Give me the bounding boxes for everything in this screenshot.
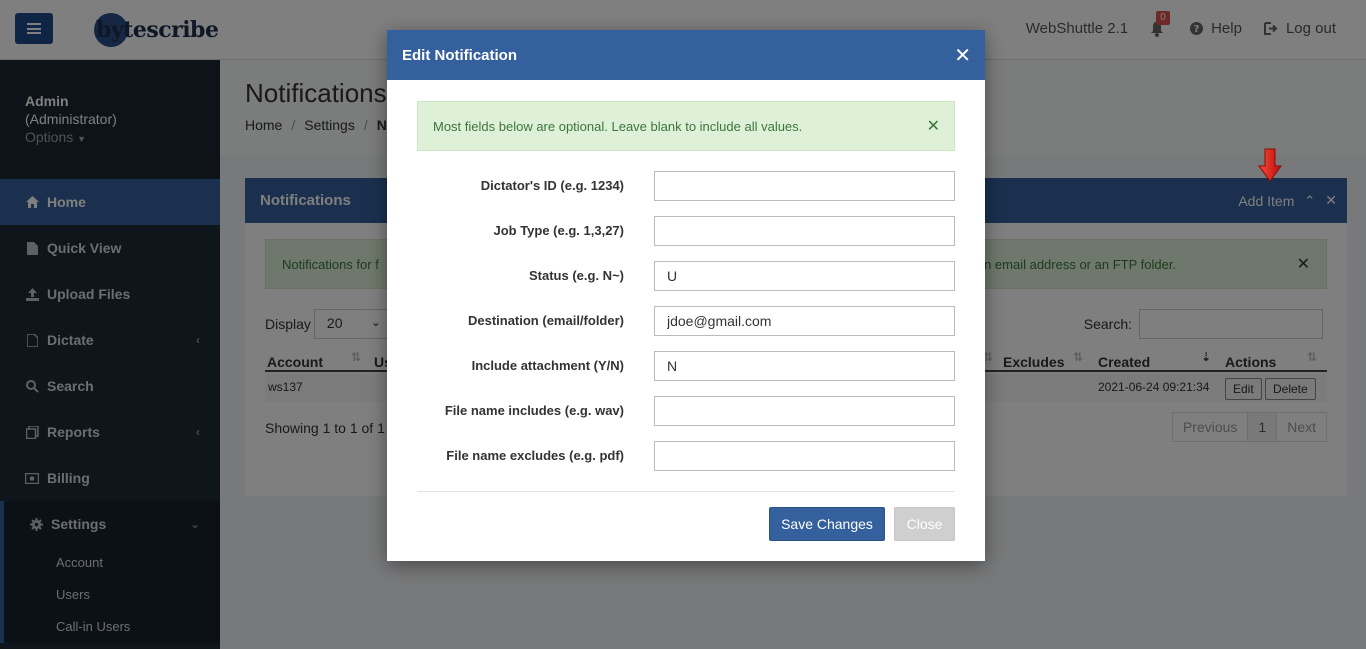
arrow-down-icon (1258, 148, 1282, 182)
modal-info-alert: Most fields below are optional. Leave bl… (417, 101, 955, 151)
form-row-status: Status (e.g. N~) (417, 261, 955, 291)
form-row-destination: Destination (email/folder) (417, 306, 955, 336)
form-row-job-type: Job Type (e.g. 1,3,27) (417, 216, 955, 246)
dictator-id-label: Dictator's ID (e.g. 1234) (480, 178, 624, 193)
destination-label: Destination (email/folder) (467, 313, 624, 328)
status-input[interactable] (654, 261, 955, 291)
form-row-include-attachment: Include attachment (Y/N) (417, 351, 955, 381)
close-icon[interactable]: ✕ (927, 116, 940, 136)
modal-title: Edit Notification (402, 46, 517, 64)
modal-alert-text: Most fields below are optional. Leave bl… (433, 118, 803, 134)
close-icon[interactable]: ✕ (954, 43, 971, 68)
form-row-file-name-excludes: File name excludes (e.g. pdf) (417, 441, 955, 471)
close-button[interactable]: Close (894, 507, 955, 541)
destination-input[interactable] (654, 306, 955, 336)
modal-header: Edit Notification ✕ (387, 30, 985, 80)
job-type-label: Job Type (e.g. 1,3,27) (493, 223, 624, 238)
job-type-input[interactable] (654, 216, 955, 246)
status-label: Status (e.g. N~) (529, 268, 624, 283)
file-name-excludes-label: File name excludes (e.g. pdf) (446, 448, 624, 463)
include-attachment-input[interactable] (654, 351, 955, 381)
form-row-dictator-id: Dictator's ID (e.g. 1234) (417, 171, 955, 201)
form-row-file-name-includes: File name includes (e.g. wav) (417, 396, 955, 426)
file-name-excludes-input[interactable] (654, 441, 955, 471)
include-attachment-label: Include attachment (Y/N) (471, 358, 624, 373)
edit-notification-modal: Edit Notification ✕ Most fields below ar… (387, 30, 985, 561)
save-changes-button[interactable]: Save Changes (769, 507, 885, 541)
file-name-includes-input[interactable] (654, 396, 955, 426)
dictator-id-input[interactable] (654, 171, 955, 201)
file-name-includes-label: File name includes (e.g. wav) (444, 403, 624, 418)
modal-divider (417, 491, 955, 492)
